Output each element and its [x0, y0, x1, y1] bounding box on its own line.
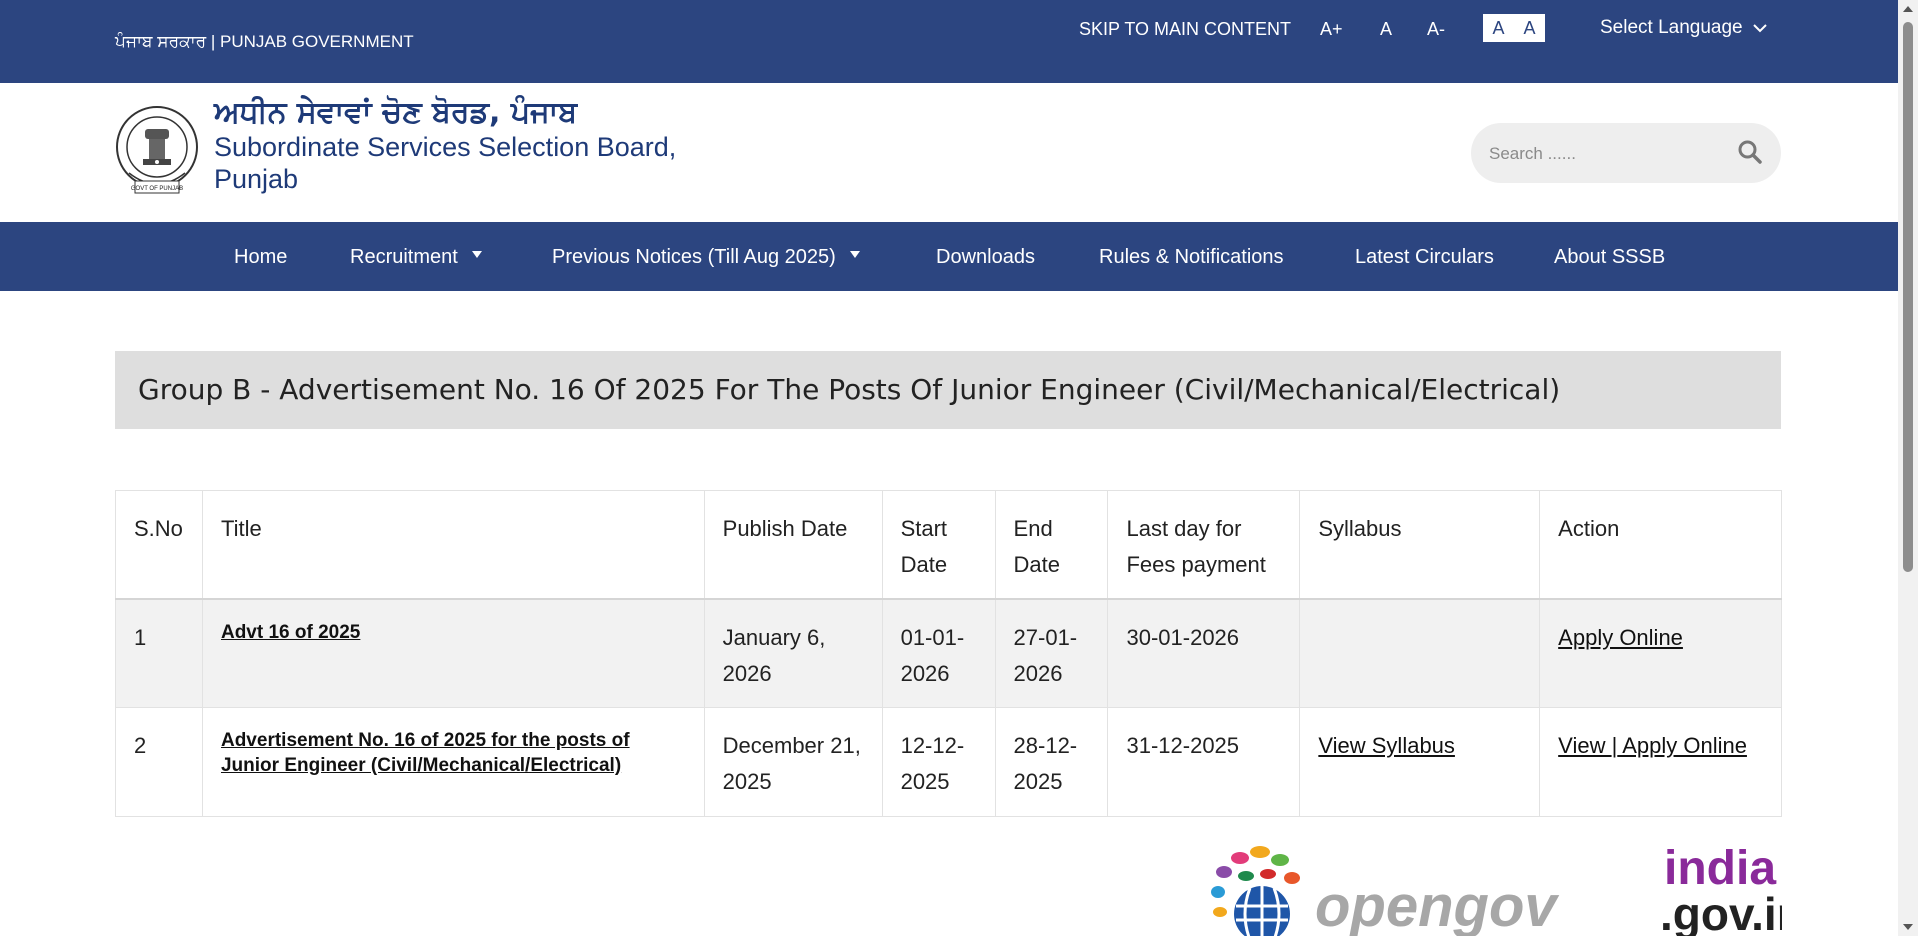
footer-partner-logos: opengov india .gov.in — [1200, 840, 1782, 936]
opengov-logo-text: opengov — [1315, 874, 1559, 936]
top-utility-bar: ਪੰਜਾਬ ਸਰਕਾਰ | PUNJAB GOVERNMENT SKIP TO … — [0, 0, 1898, 83]
cell-end-date: 27-01-2026 — [994, 598, 1109, 708]
cell-publish-date: December 21, 2025 — [703, 707, 883, 817]
contrast-light-button[interactable]: A — [1483, 14, 1514, 42]
apply-online-link[interactable]: Apply Online — [1558, 625, 1683, 650]
font-normal-button[interactable]: A — [1380, 19, 1392, 40]
cell-last-fee-day: 30-01-2026 — [1107, 598, 1301, 708]
table-row: 1 Advt 16 of 2025 January 6, 2026 01-01-… — [115, 598, 1782, 708]
column-header-title: Title — [201, 490, 705, 599]
nav-item-label: Home — [234, 246, 288, 268]
column-header-start-date: Start Date — [881, 490, 996, 599]
nav-item-previous-notices[interactable]: Previous Notices (Till Aug 2025) — [552, 246, 860, 269]
nav-item-recruitment[interactable]: Recruitment — [350, 246, 482, 269]
caret-down-icon — [849, 251, 860, 259]
site-header: GOVT OF PUNJAB ਅਧੀਨ ਸੇਵਾਵਾਂ ਚੋਣ ਬੋਰਡ, ਪੰ… — [0, 83, 1898, 222]
apply-online-link[interactable]: Apply Online — [1617, 733, 1747, 758]
notice-title-link[interactable]: Advt 16 of 2025 — [221, 620, 686, 645]
language-selector-label: Select Language — [1600, 17, 1743, 38]
nav-item-label: Rules & Notifications — [1099, 246, 1284, 268]
column-header-end-date: End Date — [994, 490, 1109, 599]
cell-sno: 2 — [115, 707, 203, 817]
caret-down-icon — [471, 251, 482, 259]
india-gov-logo-line2: .gov.in — [1660, 888, 1782, 936]
column-header-syllabus: Syllabus — [1299, 490, 1541, 599]
page-heading-banner: Group B - Advertisement No. 16 Of 2025 F… — [115, 351, 1781, 429]
nav-item-downloads[interactable]: Downloads — [936, 246, 1035, 269]
nav-item-about-sssb[interactable]: About SSSB — [1554, 246, 1665, 269]
nav-item-rules-notifications[interactable]: Rules & Notifications — [1099, 246, 1284, 269]
page: ਪੰਜਾਬ ਸਰਕਾਰ | PUNJAB GOVERNMENT SKIP TO … — [0, 0, 1898, 936]
chevron-down-icon — [1752, 24, 1767, 33]
nav-item-label: Downloads — [936, 246, 1035, 268]
column-header-last-fee-day: Last day for Fees payment — [1107, 490, 1301, 599]
cell-action: Apply Online — [1539, 598, 1782, 708]
emblem-text: GOVT OF PUNJAB — [131, 186, 183, 192]
notice-title-link[interactable]: Advertisement No. 16 of 2025 for the pos… — [221, 728, 686, 778]
scroll-down-arrow-icon[interactable] — [1903, 924, 1913, 930]
nav-item-label: Recruitment — [350, 246, 458, 268]
cell-last-fee-day: 31-12-2025 — [1107, 707, 1301, 817]
cell-start-date: 01-01-2026 — [881, 598, 996, 708]
search-icon[interactable] — [1737, 139, 1763, 165]
search-box — [1471, 123, 1781, 183]
contrast-toggle: A A — [1483, 14, 1545, 42]
nav-item-latest-circulars[interactable]: Latest Circulars — [1355, 246, 1494, 269]
india-gov-logo[interactable]: india .gov.in — [1660, 840, 1782, 936]
font-decrease-button[interactable]: A- — [1427, 19, 1445, 40]
cell-title: Advertisement No. 16 of 2025 for the pos… — [201, 707, 705, 817]
column-header-sno: S.No — [115, 490, 203, 599]
cell-end-date: 28-12-2025 — [994, 707, 1109, 817]
main-navigation: Home Recruitment Previous Notices (Till … — [0, 222, 1898, 291]
vertical-scrollbar[interactable] — [1898, 0, 1918, 936]
font-increase-button[interactable]: A+ — [1320, 19, 1343, 40]
cell-title: Advt 16 of 2025 — [201, 598, 705, 708]
cell-sno: 1 — [115, 598, 203, 708]
site-title-punjabi: ਅਧੀਨ ਸੇਵਾਵਾਂ ਚੋਣ ਬੋਰਡ, ਪੰਜਾਬ — [214, 95, 578, 130]
government-name: ਪੰਜਾਬ ਸਰਕਾਰ | PUNJAB GOVERNMENT — [115, 32, 414, 51]
cell-start-date: 12-12-2025 — [881, 707, 996, 817]
cell-action: View | Apply Online — [1539, 707, 1782, 817]
nav-item-label: Previous Notices (Till Aug 2025) — [552, 246, 836, 268]
table-row: 2 Advertisement No. 16 of 2025 for the p… — [115, 707, 1782, 817]
cell-syllabus: View Syllabus — [1299, 707, 1541, 817]
state-emblem-logo[interactable]: GOVT OF PUNJAB — [115, 103, 199, 199]
nav-item-label: Latest Circulars — [1355, 246, 1494, 268]
site-title-english: Subordinate Services Selection Board, Pu… — [214, 132, 677, 194]
table-header-row: S.No Title Publish Date Start Date End D… — [115, 490, 1782, 599]
opengov-logo[interactable]: opengov — [1200, 840, 1560, 936]
cell-syllabus — [1299, 598, 1541, 708]
contrast-dark-button[interactable]: A — [1514, 14, 1545, 42]
nav-item-home[interactable]: Home — [234, 246, 287, 269]
skip-to-main-content-link[interactable]: SKIP TO MAIN CONTENT — [1079, 19, 1291, 40]
view-syllabus-link[interactable]: View Syllabus — [1318, 733, 1455, 758]
column-header-publish-date: Publish Date — [703, 490, 883, 599]
scroll-up-arrow-icon[interactable] — [1903, 6, 1913, 12]
search-input[interactable] — [1487, 139, 1721, 169]
notices-table: S.No Title Publish Date Start Date End D… — [115, 490, 1782, 817]
view-link[interactable]: View — [1558, 733, 1611, 758]
column-header-action: Action — [1539, 490, 1782, 599]
scrollbar-thumb[interactable] — [1903, 22, 1913, 572]
nav-item-label: About SSSB — [1554, 246, 1666, 268]
page-title: Group B - Advertisement No. 16 Of 2025 F… — [138, 373, 1561, 406]
language-selector[interactable]: Select Language — [1600, 17, 1767, 39]
cell-publish-date: January 6, 2026 — [703, 598, 883, 708]
